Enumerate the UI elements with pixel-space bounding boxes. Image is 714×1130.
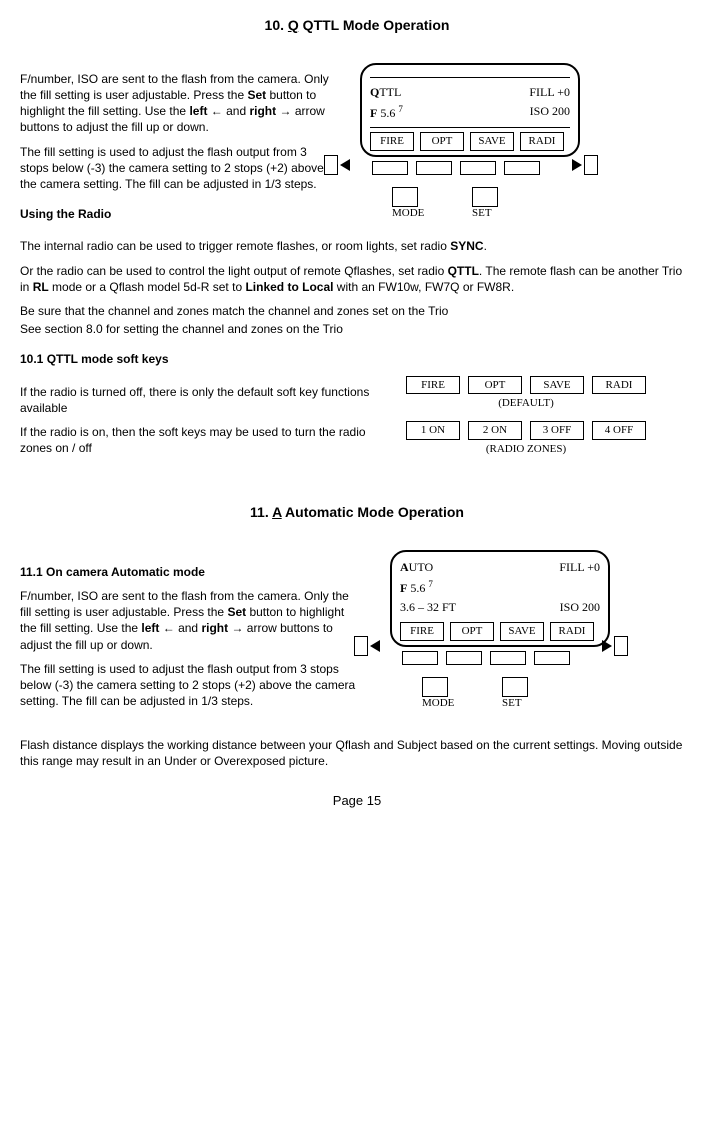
phys-button xyxy=(416,161,452,175)
softkey-opt: OPT xyxy=(450,622,494,641)
s10-p8: If the radio is on, then the soft keys m… xyxy=(20,424,390,456)
s10-p3: The internal radio can be used to trigge… xyxy=(20,238,694,254)
s10-p6: See section 8.0 for setting the channel … xyxy=(20,321,694,337)
s10-sub101: 10.1 QTTL mode soft keys xyxy=(20,351,694,367)
default-softkeys: FIRE OPT SAVE RADI (DEFAULT) xyxy=(406,376,646,412)
phys-button xyxy=(460,161,496,175)
softkey-opt: OPT xyxy=(420,132,464,151)
mode-button xyxy=(422,677,448,697)
right-nav-button xyxy=(584,155,598,175)
softkey-save: SAVE xyxy=(470,132,514,151)
left-nav-button xyxy=(324,155,338,175)
phys-button xyxy=(446,651,482,665)
phys-button xyxy=(490,651,526,665)
right-nav-button xyxy=(614,636,628,656)
section10-heading: 10. Q QTTL Mode Operation xyxy=(20,16,694,35)
softkey-radi: RADI xyxy=(550,622,594,641)
s10-p7: If the radio is turned off, there is onl… xyxy=(20,384,390,416)
set-button xyxy=(502,677,528,697)
phys-button xyxy=(402,651,438,665)
softkey-radi: RADI xyxy=(520,132,564,151)
s11-p2: The fill setting is used to adjust the f… xyxy=(20,661,360,710)
lcd1-diagram: QTTL FILL +0 F 5.6 7 ISO 200 FIRE OPT SA… xyxy=(346,63,576,219)
s11-p1: F/number, ISO are sent to the flash from… xyxy=(20,588,360,653)
right-arrow-icon xyxy=(572,159,582,171)
s11-p3: Flash distance displays the working dist… xyxy=(20,737,694,769)
phys-button xyxy=(372,161,408,175)
left-nav-button xyxy=(354,636,368,656)
s10-p1: F/number, ISO are sent to the flash from… xyxy=(20,71,330,136)
s11-sub111: 11.1 On camera Automatic mode xyxy=(20,564,360,580)
softkey-fire: FIRE xyxy=(400,622,444,641)
s10-p2: The fill setting is used to adjust the f… xyxy=(20,144,330,193)
lcd2-diagram: AUTO FILL +0 F 5.6 7 3.6 – 32 FT ISO 200… xyxy=(376,550,606,710)
left-arrow-icon xyxy=(370,640,380,652)
softkey-fire: FIRE xyxy=(370,132,414,151)
mode-button xyxy=(392,187,418,207)
phys-button xyxy=(504,161,540,175)
phys-button xyxy=(534,651,570,665)
radio-zone-softkeys: 1 ON 2 ON 3 OFF 4 OFF (RADIO ZONES) xyxy=(406,421,646,457)
page-number: Page 15 xyxy=(20,792,694,810)
section11-heading: 11. A Automatic Mode Operation xyxy=(20,503,694,522)
s10-p5: Be sure that the channel and zones match… xyxy=(20,303,694,319)
left-arrow-icon xyxy=(340,159,350,171)
set-button xyxy=(472,187,498,207)
s10-p4: Or the radio can be used to control the … xyxy=(20,263,694,295)
softkey-save: SAVE xyxy=(500,622,544,641)
using-radio-heading: Using the Radio xyxy=(20,206,330,222)
